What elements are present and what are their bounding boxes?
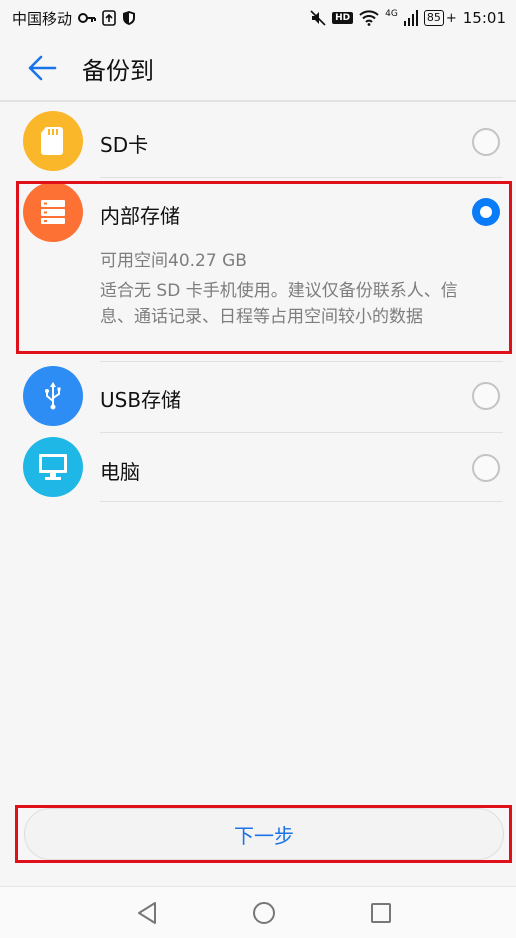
arrow-left-icon (28, 55, 57, 81)
divider (100, 432, 503, 433)
status-bar: 中国移动 HD 4G 85 + 15:01 (0, 0, 516, 36)
nav-home-icon[interactable] (250, 899, 278, 927)
status-left: 中国移动 (12, 8, 136, 29)
option-label: SD卡 (100, 133, 149, 157)
option-computer[interactable]: 电脑 (0, 434, 516, 500)
highlight-box (16, 181, 512, 354)
nav-recents-icon[interactable] (367, 899, 395, 927)
monitor-icon (23, 437, 83, 497)
sd-card-icon (23, 111, 83, 171)
backup-destination-screen: 中国移动 HD 4G 85 + 15:01 备份到 SD卡 内部存储 可用空间4… (0, 0, 516, 938)
option-usb-storage[interactable]: USB存储 (0, 362, 516, 432)
radio-computer[interactable] (472, 454, 500, 482)
next-button[interactable]: 下一步 (24, 808, 504, 860)
divider (100, 501, 503, 502)
charging-icon: + (445, 10, 457, 26)
key-icon (78, 10, 97, 26)
network-type: 4G (385, 9, 398, 19)
app-header: 备份到 (0, 36, 516, 102)
hd-badge: HD (332, 12, 354, 24)
radio-usb-storage[interactable] (472, 382, 500, 410)
wifi-icon (359, 10, 379, 26)
nav-bar (0, 886, 516, 938)
carrier-label: 中国移动 (12, 9, 73, 28)
shield-icon (122, 10, 136, 26)
clock: 15:01 (462, 9, 506, 27)
battery-level: 85 (426, 11, 441, 24)
option-label: 电脑 (100, 460, 140, 484)
battery-indicator: 85 (423, 10, 444, 26)
usb-icon (23, 366, 83, 426)
mute-icon (310, 10, 326, 26)
nav-back-icon[interactable] (134, 899, 162, 927)
divider (100, 177, 503, 178)
page-title: 备份到 (82, 56, 154, 85)
option-sd-card[interactable]: SD卡 (0, 104, 516, 178)
signal-icon (403, 10, 418, 26)
radio-sd-card[interactable] (472, 128, 500, 156)
status-right: HD 4G 85 + 15:01 (310, 9, 506, 27)
back-button[interactable] (22, 48, 62, 88)
upload-icon (102, 10, 116, 26)
option-label: USB存储 (100, 388, 182, 412)
